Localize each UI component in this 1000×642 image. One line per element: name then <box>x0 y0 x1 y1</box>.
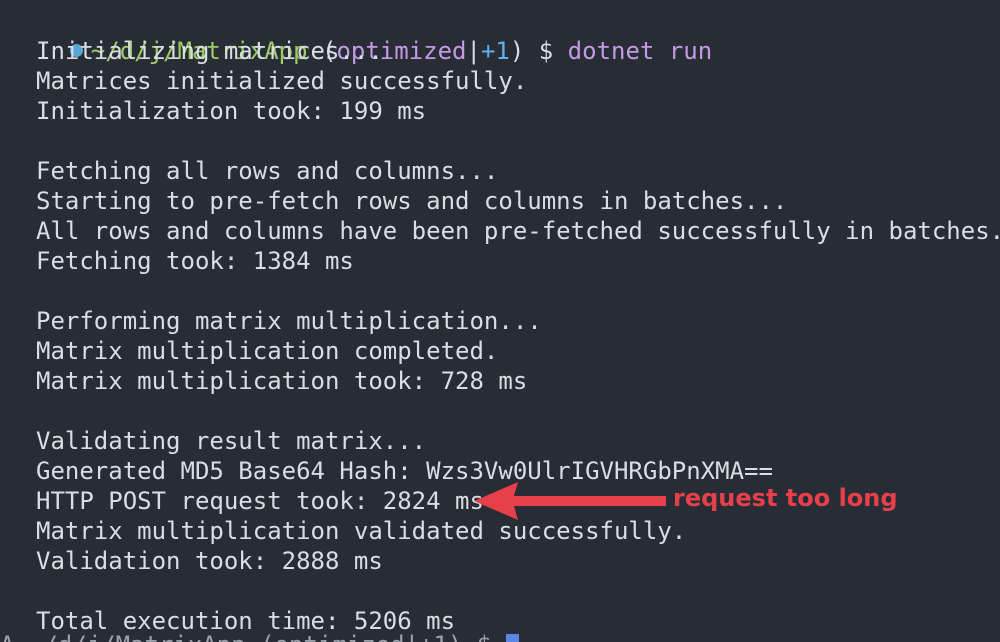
output-line: Fetching took: 1384 ms <box>36 247 354 275</box>
annotation-label: request too long <box>673 484 898 512</box>
terminal-window[interactable]: ~/d/j/MatrixApp (optimized|+1) $ dotnet … <box>0 0 1000 642</box>
output-line: Performing matrix multiplication... <box>36 307 542 335</box>
output-line: Initialization took: 199 ms <box>36 97 427 125</box>
command-output: Initializing matrices... Matrices initia… <box>36 36 1000 636</box>
output-line: Validating result matrix... <box>36 427 427 455</box>
output-line: Matrix multiplication completed. <box>36 337 499 365</box>
terminal-cursor <box>505 634 519 642</box>
output-line: Initializing matrices... <box>36 37 383 65</box>
output-line: Starting to pre-fetch rows and columns i… <box>36 187 788 215</box>
annotation-arrow-icon <box>474 482 666 520</box>
bottom-prompt-partial: A ~/d/j/MatrixApp (optimized|+1) $ <box>0 630 519 642</box>
output-line: All rows and columns have been pre-fetch… <box>36 217 1000 245</box>
output-line: Fetching all rows and columns... <box>36 157 499 185</box>
command-prompt: ~/d/j/MatrixApp (optimized|+1) $ dotnet … <box>12 6 712 65</box>
output-line: Matrix multiplication took: 728 ms <box>36 367 528 395</box>
bottom-prompt-text: A ~/d/j/MatrixApp (optimized|+1) $ <box>0 631 491 642</box>
output-line: Validation took: 2888 ms <box>36 547 383 575</box>
output-line: Matrices initialized successfully. <box>36 67 528 95</box>
